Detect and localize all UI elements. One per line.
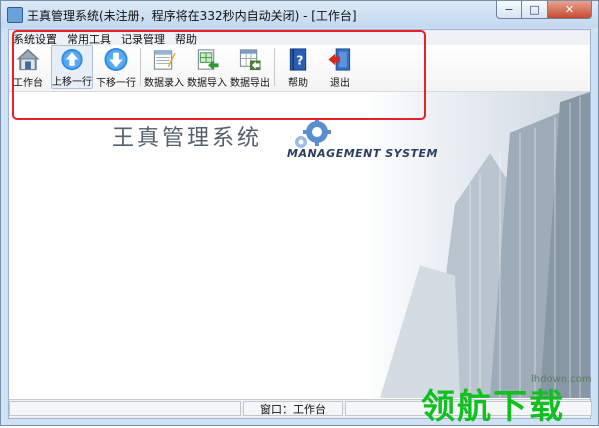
splash-subtitle: MANAGEMENT SYSTEM [287,147,438,160]
tool-data-export[interactable]: 数据导出 [229,45,271,89]
tool-workbench[interactable]: 工作台 [12,45,44,89]
arrow-down-icon [104,47,128,72]
data-import-icon [197,49,219,71]
tool-move-down[interactable]: 下移一行 [95,45,137,89]
status-cell-left [9,401,241,416]
client-area: 系统设置 常用工具 记录管理 帮助 工作台 上移一行 下移一行 数据录入 数据导… [8,29,592,419]
home-icon [16,48,40,71]
data-entry-icon [153,50,176,70]
splash-title: 王真管理系统 [112,126,263,151]
tool-label: 上移一行 [52,77,92,88]
tool-data-entry[interactable]: 数据录入 [143,45,185,89]
data-export-icon [239,49,261,71]
menu-help[interactable]: 帮助 [170,30,202,46]
menu-system-settings[interactable]: 系统设置 [9,30,62,46]
toolbar: 工作台 上移一行 下移一行 数据录入 数据导入 数据导出 ? 帮助 退出 [9,45,590,92]
tool-data-import[interactable]: 数据导入 [186,45,228,89]
help-book-icon: ? [289,48,307,71]
close-button[interactable]: ✕ [548,1,592,19]
menu-common-tools[interactable]: 常用工具 [62,30,116,46]
tool-help[interactable]: ? 帮助 [279,45,317,89]
toolbar-separator [274,48,275,86]
tool-label: 数据导出 [230,78,270,89]
minimize-button[interactable]: − [496,1,522,19]
gear-icon [291,118,335,150]
buildings-background [360,92,590,398]
window-title: 王真管理系统(未注册，程序将在332秒内自动关闭) - [工作台] [27,9,357,23]
title-bar[interactable]: 王真管理系统(未注册，程序将在332秒内自动关闭) - [工作台] − □ ✕ [1,1,598,28]
exit-door-icon [328,48,351,71]
tool-move-up[interactable]: 上移一行 [51,45,93,89]
app-window: 王真管理系统(未注册，程序将在332秒内自动关闭) - [工作台] − □ ✕ … [0,0,599,427]
status-window-label: 窗口：工作台 [243,401,343,416]
tool-label: 帮助 [288,78,308,89]
maximize-button[interactable]: □ [522,1,548,19]
tool-label: 数据导入 [187,78,227,89]
menu-bar: 系统设置 常用工具 记录管理 帮助 [9,30,590,46]
arrow-up-icon [61,48,83,71]
watermark-text: 领航下载 [421,387,565,427]
tool-label: 工作台 [13,78,43,89]
tool-label: 退出 [330,78,350,89]
tool-label: 下移一行 [96,78,136,89]
app-icon [7,7,23,23]
tool-label: 数据录入 [144,78,184,89]
toolbar-separator [140,48,141,86]
window-controls: − □ ✕ [496,1,592,21]
tool-exit[interactable]: 退出 [323,45,357,89]
menu-record-management[interactable]: 记录管理 [116,30,170,46]
svg-text:?: ? [296,52,303,67]
